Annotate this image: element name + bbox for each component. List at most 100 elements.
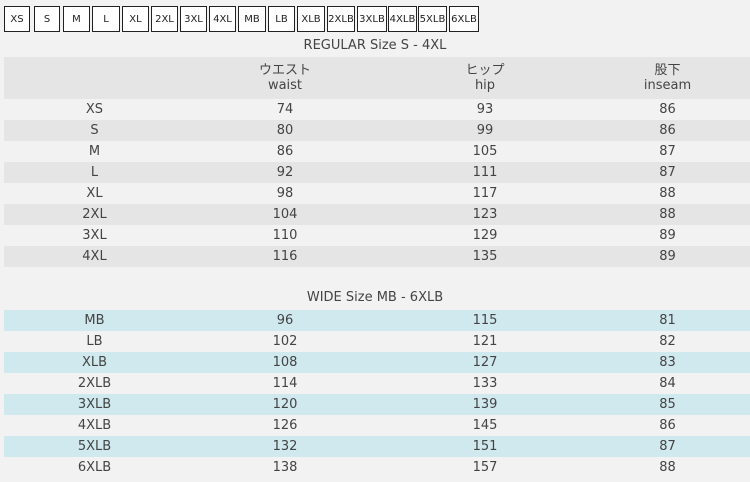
inseam-cell: 85 [659,397,676,412]
waist-cell: 120 [272,397,298,412]
size-tab-l[interactable]: L [92,6,120,32]
inseam-cell: 87 [659,165,676,180]
table-row: 3XLB 120 139 85 [4,394,750,415]
table-row: LB 102 121 82 [4,331,750,352]
size-tab-xs[interactable]: XS [4,6,30,32]
size-tab-3xl[interactable]: 3XL [180,6,207,32]
hip-cell: 105 [472,144,498,159]
size-cell: M [88,144,101,159]
waist-cell: 104 [272,207,298,222]
table-row: XL 98 117 88 [4,183,750,204]
hip-cell: 145 [472,418,498,433]
size-tab-2xlb[interactable]: 2XLB [327,6,355,32]
hip-cell: 111 [472,165,498,180]
size-tab-4xlb[interactable]: 4XLB [388,6,417,32]
header-waist-en: waist [267,78,303,93]
waist-cell: 132 [272,439,298,454]
hip-cell: 99 [476,123,494,138]
size-tab-xl[interactable]: XL [122,6,149,32]
hip-cell: 127 [472,355,498,370]
regular-size-title: REGULAR Size S - 4XL [303,38,447,53]
size-tab-2xl[interactable]: 2XL [151,6,178,32]
table-row: 2XL 104 123 88 [4,204,750,225]
inseam-cell: 86 [659,102,676,117]
regular-size-table: ウエスト waist ヒップ hip 股下 inseam XS 74 93 86 S 80… [4,57,750,267]
hip-cell: 93 [476,102,494,117]
size-cell: XL [86,186,103,201]
size-cell: 5XLB [77,439,112,454]
size-tab-s[interactable]: S [34,6,60,32]
header-waist: ウエスト waist [185,57,385,99]
hip-cell: 135 [472,249,498,264]
size-cell: 3XL [82,228,107,243]
table-row: 6XLB 138 157 88 [4,457,750,478]
size-tab-m[interactable]: M [63,6,90,32]
hip-cell: 139 [472,397,498,412]
hip-cell: 151 [472,439,498,454]
inseam-cell: 81 [659,313,676,328]
header-waist-jp: ウエスト [258,63,311,78]
table-row: 2XLB 114 133 84 [4,373,750,394]
hip-cell: 133 [472,376,498,391]
size-tab-4xl[interactable]: 4XL [209,6,236,32]
inseam-cell: 86 [659,418,676,433]
inseam-cell: 82 [659,334,676,349]
size-cell: LB [86,334,103,349]
inseam-cell: 88 [659,207,676,222]
inseam-cell: 86 [659,123,676,138]
size-cell: MB [84,313,105,328]
waist-cell: 86 [276,144,294,159]
inseam-cell: 89 [659,249,676,264]
header-inseam: 股下 inseam [585,57,750,99]
header-inseam-en: inseam [643,78,692,93]
size-tab-lb[interactable]: LB [268,6,295,32]
table-row: L 92 111 87 [4,162,750,183]
table-row: 4XLB 126 145 86 [4,415,750,436]
size-cell: L [90,165,99,180]
waist-cell: 108 [272,355,298,370]
inseam-cell: 87 [659,144,676,159]
hip-cell: 115 [472,313,498,328]
waist-cell: 74 [276,102,294,117]
hip-cell: 117 [472,186,498,201]
inseam-cell: 83 [659,355,676,370]
waist-cell: 80 [276,123,294,138]
inseam-cell: 89 [659,228,676,243]
size-cell: XS [85,102,104,117]
waist-cell: 102 [272,334,298,349]
size-tab-3xlb[interactable]: 3XLB [357,6,387,32]
waist-cell: 98 [276,186,294,201]
header-inseam-jp: 股下 [654,63,681,78]
header-size [4,57,185,99]
wide-size-title: WIDE Size MB - 6XLB [306,290,444,305]
header-hip-jp: ヒップ [465,63,505,78]
inseam-cell: 84 [659,376,676,391]
wide-size-table: MB 96 115 81 LB 102 121 82 XLB 108 127 83 2XLB 114 133… [4,310,750,478]
hip-cell: 157 [472,460,498,475]
size-cell: 2XL [82,207,107,222]
size-tab-xlb[interactable]: XLB [297,6,325,32]
table-header: ウエスト waist ヒップ hip 股下 inseam [4,57,750,99]
size-tab-6xlb[interactable]: 6XLB [449,6,479,32]
waist-cell: 116 [272,249,298,264]
size-tab-mb[interactable]: MB [238,6,266,32]
table-row: MB 96 115 81 [4,310,750,331]
size-cell: 2XLB [77,376,112,391]
waist-cell: 126 [272,418,298,433]
table-row: XS 74 93 86 [4,99,750,120]
waist-cell: 138 [272,460,298,475]
size-cell: 4XLB [77,418,112,433]
waist-cell: 110 [272,228,298,243]
size-cell: S [90,123,99,138]
hip-cell: 121 [472,334,498,349]
inseam-cell: 88 [659,186,676,201]
table-row: 5XLB 132 151 87 [4,436,750,457]
waist-cell: 96 [276,313,294,328]
size-cell: 6XLB [77,460,112,475]
size-tab-5xlb[interactable]: 5XLB [418,6,447,32]
table-row: XLB 108 127 83 [4,352,750,373]
hip-cell: 123 [472,207,498,222]
table-row: S 80 99 86 [4,120,750,141]
size-cell: 4XL [82,249,107,264]
table-row: 4XL 116 135 89 [4,246,750,267]
